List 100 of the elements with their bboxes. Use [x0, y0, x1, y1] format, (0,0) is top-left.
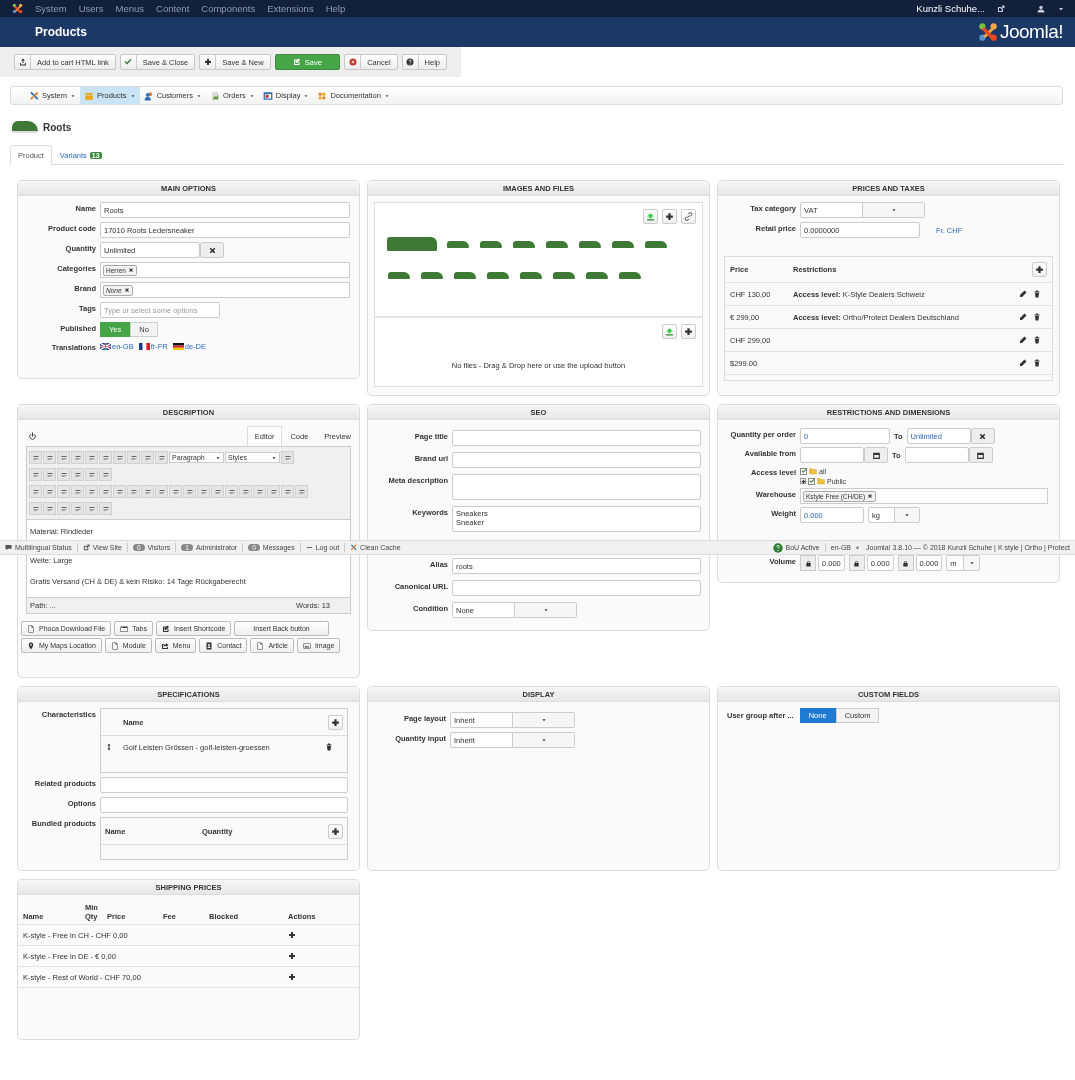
checkbox[interactable]: [808, 477, 815, 485]
editor-tool-icon[interactable]: [197, 485, 210, 498]
editor-tool-icon[interactable]: [57, 468, 70, 481]
plus-icon[interactable]: [288, 973, 296, 981]
editor-tool-icon[interactable]: [169, 485, 182, 498]
add-button[interactable]: [1032, 262, 1047, 277]
menu-item[interactable]: Content: [156, 3, 190, 14]
photo-placeholder[interactable]: [579, 240, 601, 248]
photo-placeholder[interactable]: [553, 271, 575, 279]
input-field[interactable]: [452, 430, 701, 446]
editor-tool-icon[interactable]: [29, 502, 42, 515]
editor-tool-icon[interactable]: [253, 485, 266, 498]
editor-tool-icon[interactable]: [71, 451, 84, 464]
joomla-logo-icon[interactable]: [12, 3, 23, 14]
photo-placeholder[interactable]: [546, 240, 568, 248]
editor-tool-icon[interactable]: [141, 451, 154, 464]
editor-tool-icon[interactable]: [99, 502, 112, 515]
trash-icon[interactable]: [325, 743, 333, 751]
editor-tool-icon[interactable]: [281, 485, 294, 498]
editor-tool-icon[interactable]: [29, 468, 42, 481]
trash-icon[interactable]: [1033, 290, 1041, 298]
input-field[interactable]: [800, 447, 864, 463]
editor-tool-icon[interactable]: [43, 468, 56, 481]
input-field[interactable]: [100, 797, 348, 813]
plus-icon[interactable]: [288, 931, 296, 939]
editor-tool-icon[interactable]: [141, 485, 154, 498]
pencil-icon[interactable]: [1019, 336, 1027, 344]
editor-tool-icon[interactable]: [155, 485, 168, 498]
editor-tool-icon[interactable]: [85, 502, 98, 515]
editor-tool-icon[interactable]: [57, 502, 70, 515]
editor-tool-icon[interactable]: [239, 485, 252, 498]
editor-tool-icon[interactable]: [155, 451, 168, 464]
menu-item[interactable]: Help: [325, 3, 346, 14]
expand-toggle[interactable]: [800, 478, 806, 484]
user-icon[interactable]: [1037, 4, 1045, 13]
text-area[interactable]: [452, 474, 701, 500]
editor-tool-icon[interactable]: [43, 502, 56, 515]
photo-placeholder[interactable]: [520, 271, 542, 279]
add-button[interactable]: [328, 823, 343, 839]
editor-tool-icon[interactable]: [113, 451, 126, 464]
editor-tool-icon[interactable]: [43, 485, 56, 498]
photo-placeholder[interactable]: [447, 240, 469, 248]
add-button[interactable]: [681, 324, 696, 339]
photo-placeholder[interactable]: [454, 271, 476, 279]
editor-tool-icon[interactable]: [183, 485, 196, 498]
editor-tool-icon[interactable]: [113, 485, 126, 498]
input-field[interactable]: [452, 580, 701, 596]
input-field[interactable]: [100, 777, 348, 793]
calendar-button[interactable]: [864, 447, 888, 463]
menu-item[interactable]: Users: [78, 3, 104, 14]
menu-item[interactable]: Extensions: [267, 3, 314, 14]
trash-icon[interactable]: [1033, 359, 1041, 367]
photo-placeholder[interactable]: [480, 240, 502, 248]
plus-icon[interactable]: [288, 952, 296, 960]
editor-tool-icon[interactable]: [99, 451, 112, 464]
photo-placeholder[interactable]: [388, 271, 410, 279]
input-field[interactable]: [904, 447, 969, 463]
link-button[interactable]: [681, 209, 696, 224]
editor-tool-icon[interactable]: [267, 485, 280, 498]
editor-tool-icon[interactable]: [57, 451, 70, 464]
editor-tool-icon[interactable]: [71, 468, 84, 481]
photo-placeholder[interactable]: [586, 271, 608, 279]
pencil-icon[interactable]: [1019, 359, 1027, 367]
clear-button[interactable]: [970, 428, 995, 444]
checkbox[interactable]: [800, 467, 807, 475]
trash-icon[interactable]: [1033, 336, 1041, 344]
remove-icon[interactable]: [123, 287, 130, 293]
pencil-icon[interactable]: [1019, 290, 1027, 298]
editor-tool-icon[interactable]: [29, 451, 42, 464]
editor-tool-icon[interactable]: [99, 485, 112, 498]
photo-placeholder[interactable]: [612, 240, 634, 248]
editor-tool-icon[interactable]: [99, 468, 112, 481]
add-button[interactable]: [662, 209, 677, 224]
input-field[interactable]: [452, 452, 701, 468]
editor-tool-icon[interactable]: [71, 502, 84, 515]
menu-item[interactable]: Components: [201, 3, 256, 14]
editor-tool-icon[interactable]: [85, 451, 98, 464]
editor-tool-icon[interactable]: [225, 485, 238, 498]
editor-tool-icon[interactable]: [127, 485, 140, 498]
add-button[interactable]: [328, 714, 343, 730]
trash-icon[interactable]: [1033, 313, 1041, 321]
photo-placeholder[interactable]: [513, 240, 535, 248]
calendar-button[interactable]: [968, 447, 993, 463]
editor-tool-icon[interactable]: [29, 485, 42, 498]
editor-tool-icon[interactable]: [211, 485, 224, 498]
remove-icon[interactable]: [867, 493, 874, 499]
photo-placeholder[interactable]: [487, 271, 509, 279]
editor-tool-icon[interactable]: [71, 485, 84, 498]
menu-item[interactable]: Menus: [115, 3, 144, 14]
clear-button[interactable]: [200, 242, 224, 258]
drag-handle-icon[interactable]: [105, 743, 113, 751]
editor-tool-icon[interactable]: [85, 468, 98, 481]
editor-tool-icon[interactable]: [295, 485, 308, 498]
editor-tool-icon[interactable]: [127, 451, 140, 464]
pencil-icon[interactable]: [1019, 313, 1027, 321]
menu-item[interactable]: System: [35, 3, 67, 14]
power-icon[interactable]: [28, 432, 37, 441]
remove-icon[interactable]: [127, 267, 134, 273]
editor-tool-icon[interactable]: [85, 485, 98, 498]
site-link[interactable]: Kunzli Schuhe...: [916, 3, 985, 14]
